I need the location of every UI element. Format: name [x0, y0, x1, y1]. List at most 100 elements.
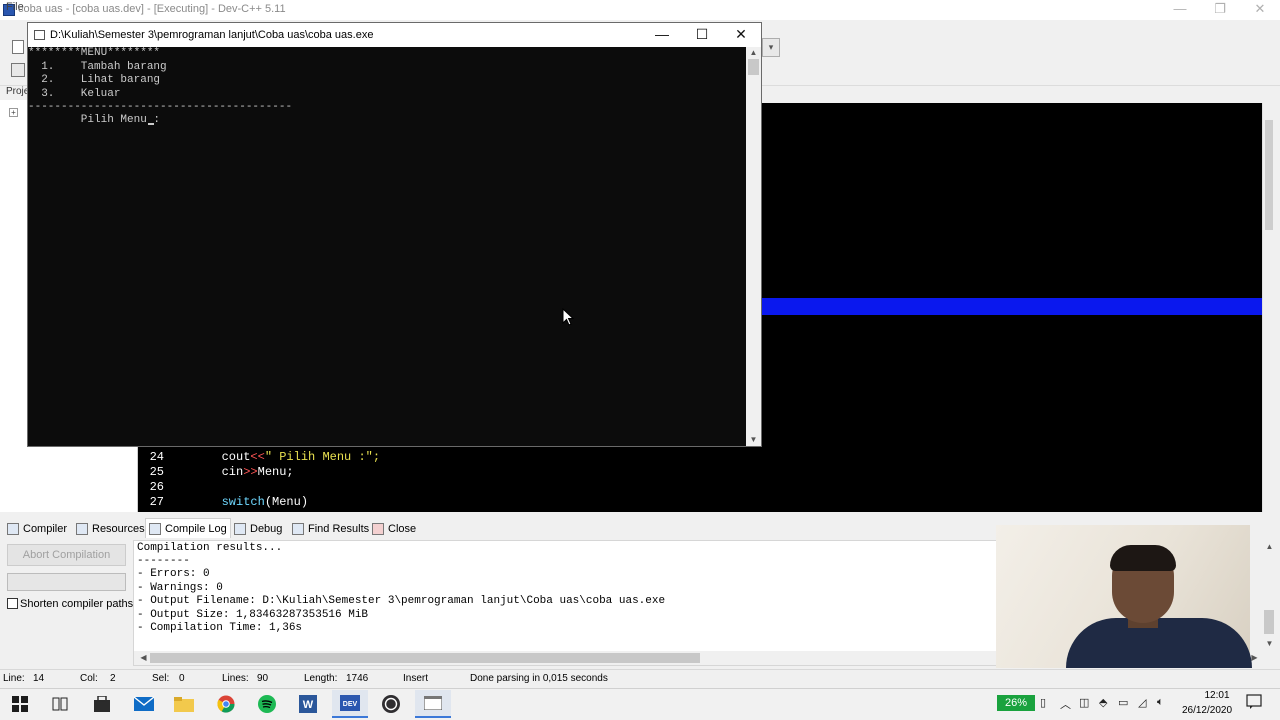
line-number: 24 — [149, 450, 164, 464]
log-line: - Errors: 0 — [137, 568, 210, 580]
code-operator: >> — [243, 465, 258, 479]
log-line: - Warnings: 0 — [137, 582, 223, 594]
new-file-icon[interactable] — [12, 40, 24, 54]
console-app-icon — [424, 696, 442, 710]
obs-icon — [382, 695, 400, 713]
status-lines-label: Lines: — [222, 673, 249, 684]
active-line-highlight — [762, 298, 1262, 315]
clock-date[interactable]: 26/12/2020 — [1174, 705, 1240, 716]
tab-label: Find Results — [308, 523, 370, 535]
toolbar-icon[interactable] — [11, 63, 25, 77]
ide-minimize-button[interactable]: — — [1160, 0, 1200, 20]
console-line: 2. Lihat barang — [28, 74, 161, 86]
wifi-icon[interactable]: ◿ — [1138, 696, 1146, 709]
windows-icon — [12, 696, 28, 712]
scroll-up-icon[interactable]: ▲ — [1262, 542, 1277, 551]
scroll-left-icon[interactable]: ◀ — [136, 653, 151, 662]
devcpp-icon: DEV — [340, 695, 360, 711]
status-line-value: 14 — [33, 673, 45, 684]
console-scroll-thumb[interactable] — [748, 59, 759, 75]
svg-text:W: W — [303, 699, 314, 711]
tab-compiler[interactable]: Compiler — [7, 521, 67, 537]
ide-close-button[interactable]: ✕ — [1240, 0, 1280, 20]
code-line[interactable]: 25 cin>>Menu; — [140, 465, 294, 480]
project-tab[interactable]: Proje — [6, 86, 29, 97]
status-length-label: Length: — [304, 673, 338, 684]
console-minimize-button[interactable]: — — [642, 23, 682, 45]
code-text: cin — [164, 465, 244, 479]
editor-scroll-thumb[interactable] — [1265, 120, 1273, 230]
tab-compile-log[interactable]: Compile Log — [145, 518, 231, 538]
chevron-down-icon[interactable]: ▾ — [762, 38, 780, 57]
tab-resources[interactable]: Resources — [76, 521, 145, 537]
code-text: Menu; — [257, 465, 294, 479]
code-text: (Menu) — [264, 495, 309, 509]
task-view-icon — [52, 697, 68, 711]
battery-indicator[interactable]: 26% — [997, 695, 1035, 711]
code-string: " Pilih Menu :"; — [264, 450, 381, 464]
compiler-icon — [7, 523, 19, 535]
code-line[interactable]: 24 cout<<" Pilih Menu :"; — [140, 450, 380, 465]
chevron-up-icon[interactable]: ︿ — [1060, 696, 1071, 712]
taskbar-console[interactable] — [415, 690, 451, 718]
taskbar-store[interactable] — [84, 690, 120, 718]
status-sel-value: 0 — [179, 673, 185, 684]
console-icon — [34, 30, 45, 40]
chrome-icon — [217, 695, 235, 713]
taskbar-devcpp[interactable]: DEV — [332, 690, 368, 718]
line-number: 25 — [149, 465, 164, 479]
tree-expand-icon[interactable]: + — [9, 108, 18, 117]
status-insert-mode: Insert — [403, 673, 429, 684]
volume-icon[interactable]: 🔈︎ — [1157, 696, 1164, 709]
taskbar-word[interactable]: W — [290, 690, 326, 718]
console-scrollbar[interactable] — [746, 47, 761, 446]
meet-now-icon[interactable]: ◫ — [1079, 696, 1089, 709]
mouse-pointer-icon — [562, 308, 574, 326]
tab-label: Compiler — [23, 523, 68, 535]
taskbar-file-explorer[interactable] — [166, 690, 202, 718]
taskbar-mail[interactable] — [126, 690, 162, 718]
task-view-button[interactable] — [42, 690, 78, 718]
webcam-person-hair — [1110, 545, 1176, 571]
code-keyword: switch — [221, 495, 265, 509]
log-vertical-scrollbar[interactable] — [1262, 540, 1276, 652]
tab-find-results[interactable]: Find Results — [292, 521, 369, 537]
tab-label: Compile Log — [165, 522, 227, 535]
taskbar-obs[interactable] — [373, 690, 409, 718]
log-vertical-thumb[interactable] — [1264, 610, 1274, 634]
line-number: 27 — [149, 495, 164, 509]
webcam-person-body — [1066, 618, 1252, 668]
notification-icon[interactable] — [1246, 694, 1262, 713]
tab-close[interactable]: Close — [372, 521, 416, 537]
mail-icon — [134, 696, 154, 711]
console-close-button[interactable]: ✕ — [721, 23, 761, 45]
console-maximize-button[interactable]: ☐ — [682, 23, 722, 45]
battery-status-icon[interactable]: ▯ — [1040, 696, 1046, 709]
shorten-paths-checkbox[interactable] — [7, 598, 18, 609]
ide-restore-button[interactable]: ❐ — [1200, 0, 1240, 20]
abort-compilation-button[interactable]: Abort Compilation — [7, 544, 126, 566]
console-line: ********MENU******** — [28, 47, 161, 59]
code-line[interactable]: 26 — [140, 480, 164, 495]
scroll-down-icon[interactable]: ▼ — [1262, 639, 1277, 648]
shorten-paths-label: Shorten compiler paths — [20, 598, 134, 610]
status-length-value: 1746 — [346, 673, 369, 684]
compile-progress-bar — [7, 573, 126, 591]
tab-debug[interactable]: Debug — [234, 521, 282, 537]
log-horizontal-thumb[interactable] — [150, 653, 700, 663]
taskbar-spotify[interactable] — [249, 690, 285, 718]
console-line: 3. Keluar — [28, 88, 121, 100]
tab-label: Resources — [92, 523, 145, 535]
clock-time[interactable]: 12:01 — [1194, 690, 1240, 701]
power-icon[interactable]: ▭ — [1118, 696, 1128, 709]
taskbar-chrome[interactable] — [208, 690, 244, 718]
start-button[interactable] — [2, 690, 38, 718]
scroll-down-icon[interactable]: ▼ — [746, 435, 761, 444]
usb-icon[interactable]: ⬘ — [1099, 696, 1107, 709]
scroll-up-icon[interactable]: ▲ — [746, 48, 761, 57]
log-line: - Output Size: 1,83463287353516 MiB — [137, 609, 369, 621]
log-line: - Compilation Time: 1,36s — [137, 622, 303, 634]
code-line[interactable]: 27 switch(Menu) — [140, 495, 308, 510]
console-line: 1. Tambah barang — [28, 61, 167, 73]
menu-file[interactable]: File — [6, 1, 24, 13]
